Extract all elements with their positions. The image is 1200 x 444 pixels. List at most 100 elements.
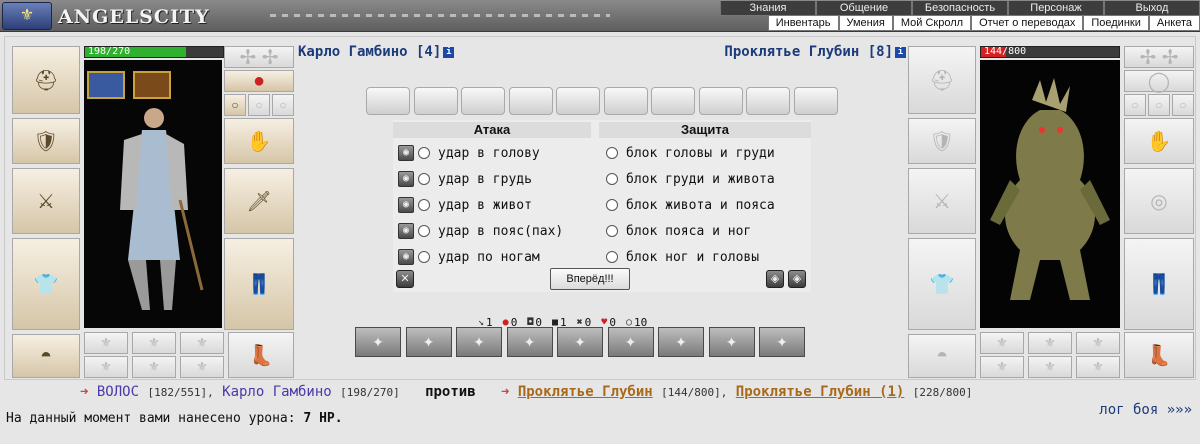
opp-sword-slot-icon[interactable]: ⚔ [908, 168, 976, 234]
scroll-slot-2[interactable] [413, 87, 458, 115]
menu-skills[interactable]: Умения [838, 16, 893, 31]
block-option-2[interactable]: блок груди и живота [606, 169, 775, 189]
rune-slot-icon-4[interactable]: ⚜ [84, 356, 128, 378]
ally-link-volos[interactable]: ВОЛОС [97, 384, 139, 400]
attack-option-4[interactable]: ◉ удар в пояс(пах) [398, 221, 563, 241]
block-option-3[interactable]: блок живота и пояса [606, 195, 775, 215]
rune-slot-icon-1[interactable]: ⚜ [84, 332, 128, 354]
belt-slot-icon[interactable]: ◓ [12, 334, 80, 378]
rune-slot-icon-2[interactable]: ⚜ [132, 332, 176, 354]
block-radio[interactable] [606, 225, 618, 237]
pants-slot-icon[interactable]: 👖 [224, 238, 294, 330]
skill-slot-icon-6[interactable]: ✦ [607, 327, 654, 357]
ring1-slot-icon[interactable]: ○ [224, 94, 246, 116]
boots-slot-icon[interactable]: 👢 [228, 332, 294, 378]
shield-stance-icon-2[interactable]: ◈ [788, 270, 806, 288]
opp-boots-slot-icon[interactable]: 👢 [1124, 332, 1194, 378]
opp-arrows-slot-icon[interactable]: ✢ ✢ [1124, 46, 1194, 69]
skill-slot-icon-4[interactable]: ✦ [506, 327, 553, 357]
block-option-5[interactable]: блок ног и головы [606, 247, 759, 267]
opp-pants-slot-icon[interactable]: 👖 [1124, 238, 1194, 330]
block-option-1[interactable]: блок головы и груди [606, 143, 775, 163]
skill-slot-icon-9[interactable]: ✦ [759, 327, 805, 357]
opp-rune-slot-icon-2[interactable]: ⚜ [1028, 332, 1072, 354]
opp-belt-slot-icon[interactable]: ◓ [908, 334, 976, 378]
scroll-slot-6[interactable] [603, 87, 648, 115]
scroll-slot-8[interactable] [698, 87, 743, 115]
scroll-slot-3[interactable] [461, 87, 505, 115]
menu-transfer-report[interactable]: Отчет о переводах [971, 16, 1084, 31]
block-radio[interactable] [606, 199, 618, 211]
opp-rune-slot-icon-6[interactable]: ⚜ [1076, 356, 1120, 378]
menu-my-scroll[interactable]: Мой Скролл [892, 16, 972, 31]
menu-communication[interactable]: Общение [816, 1, 912, 16]
opp-shield-slot-icon[interactable]: ◎ [1124, 168, 1194, 234]
attack-radio[interactable] [418, 251, 430, 263]
scroll-slot-10[interactable] [793, 87, 838, 115]
opp-helmet-slot-icon[interactable]: ⛑ [908, 46, 976, 114]
menu-character[interactable]: Персонаж [1008, 1, 1104, 16]
scroll-slot-1[interactable] [366, 87, 410, 115]
helmet-slot-icon[interactable]: ⛑ [12, 46, 80, 114]
scroll-slot-9[interactable] [746, 87, 790, 115]
opp-armor-slot-icon[interactable]: 👕 [908, 238, 976, 330]
skill-slot-icon-8[interactable]: ✦ [708, 327, 755, 357]
attack-option-3[interactable]: ◉ удар в живот [398, 195, 532, 215]
shirt-slot-icon[interactable]: 👕 [12, 238, 80, 330]
opp-ring2-slot-icon[interactable]: ○ [1148, 94, 1170, 116]
shield-stance-icon-1[interactable]: ◈ [766, 270, 784, 288]
opp-ring3-slot-icon[interactable]: ○ [1172, 94, 1194, 116]
ring3-slot-icon[interactable]: ○ [272, 94, 294, 116]
opp-ring1-slot-icon[interactable]: ○ [1124, 94, 1146, 116]
rune-slot-icon-3[interactable]: ⚜ [180, 332, 224, 354]
block-option-4[interactable]: блок пояса и ног [606, 221, 751, 241]
opponent-portrait[interactable] [980, 60, 1120, 328]
enemy-link-1[interactable]: Проклятье Глубин [518, 384, 653, 400]
skill-slot-icon-5[interactable]: ✦ [557, 327, 603, 357]
battle-log-link[interactable]: лог боя »»» [1099, 402, 1192, 418]
ally-link-karlo[interactable]: Карло Гамбино [222, 384, 332, 400]
menu-security[interactable]: Безопасность [912, 1, 1008, 16]
attack-radio[interactable] [418, 199, 430, 211]
opp-rune-slot-icon-5[interactable]: ⚜ [1028, 356, 1072, 378]
block-radio[interactable] [606, 251, 618, 263]
attack-option-5[interactable]: ◉ удар по ногам [398, 247, 540, 267]
opp-bracers-slot-icon[interactable]: 🛡 [908, 118, 976, 164]
attack-radio[interactable] [418, 225, 430, 237]
skill-slot-icon-7[interactable]: ✦ [658, 327, 704, 357]
menu-knowledge[interactable]: Знания [720, 1, 816, 16]
greatsword-slot-icon[interactable]: 🗡 [224, 168, 294, 234]
bracers-slot-icon[interactable]: 🛡 [12, 118, 80, 164]
attack-radio[interactable] [418, 173, 430, 185]
attack-option-2[interactable]: ◉ удар в грудь [398, 169, 532, 189]
enemy-link-2[interactable]: Проклятье Глубин (1) [736, 384, 905, 400]
opp-rune-slot-icon-1[interactable]: ⚜ [980, 332, 1024, 354]
player-info-icon[interactable]: i [443, 47, 455, 58]
arrows-slot-icon[interactable]: ✢ ✢ [224, 46, 294, 69]
opp-rune-slot-icon-4[interactable]: ⚜ [980, 356, 1024, 378]
skill-slot-icon-1[interactable]: ✦ [355, 327, 401, 357]
player-name[interactable]: Карло Гамбино [4] i [298, 44, 455, 60]
skill-slot-icon-3[interactable]: ✦ [456, 327, 502, 357]
menu-duels[interactable]: Поединки [1083, 16, 1149, 31]
opponent-info-icon[interactable]: i [895, 47, 906, 58]
menu-inventory[interactable]: Инвентарь [767, 16, 839, 31]
attack-submit-button[interactable]: Вперёд!!! [550, 268, 630, 290]
opp-amulet-slot-icon[interactable]: ◯ [1124, 70, 1194, 93]
amulet-slot-icon[interactable]: ● [224, 70, 294, 92]
scroll-slot-4[interactable] [508, 87, 553, 115]
block-radio[interactable] [606, 147, 618, 159]
ring2-slot-icon[interactable]: ○ [248, 94, 270, 116]
menu-profile[interactable]: Анкета [1148, 16, 1200, 31]
opp-rune-slot-icon-3[interactable]: ⚜ [1076, 332, 1120, 354]
opponent-name[interactable]: Проклятье Глубин [8] i [724, 44, 906, 60]
player-portrait[interactable] [84, 60, 222, 328]
rune-slot-icon-5[interactable]: ⚜ [132, 356, 176, 378]
defense-stance-icon[interactable]: ✕ [396, 270, 414, 288]
sword-slot-icon[interactable]: ⚔ [12, 168, 80, 234]
skill-slot-icon-2[interactable]: ✦ [405, 327, 452, 357]
attack-option-1[interactable]: ◉ удар в голову [398, 143, 540, 163]
gloves-slot-icon[interactable]: ✋ [224, 118, 294, 164]
rune-slot-icon-6[interactable]: ⚜ [180, 356, 224, 378]
block-radio[interactable] [606, 173, 618, 185]
